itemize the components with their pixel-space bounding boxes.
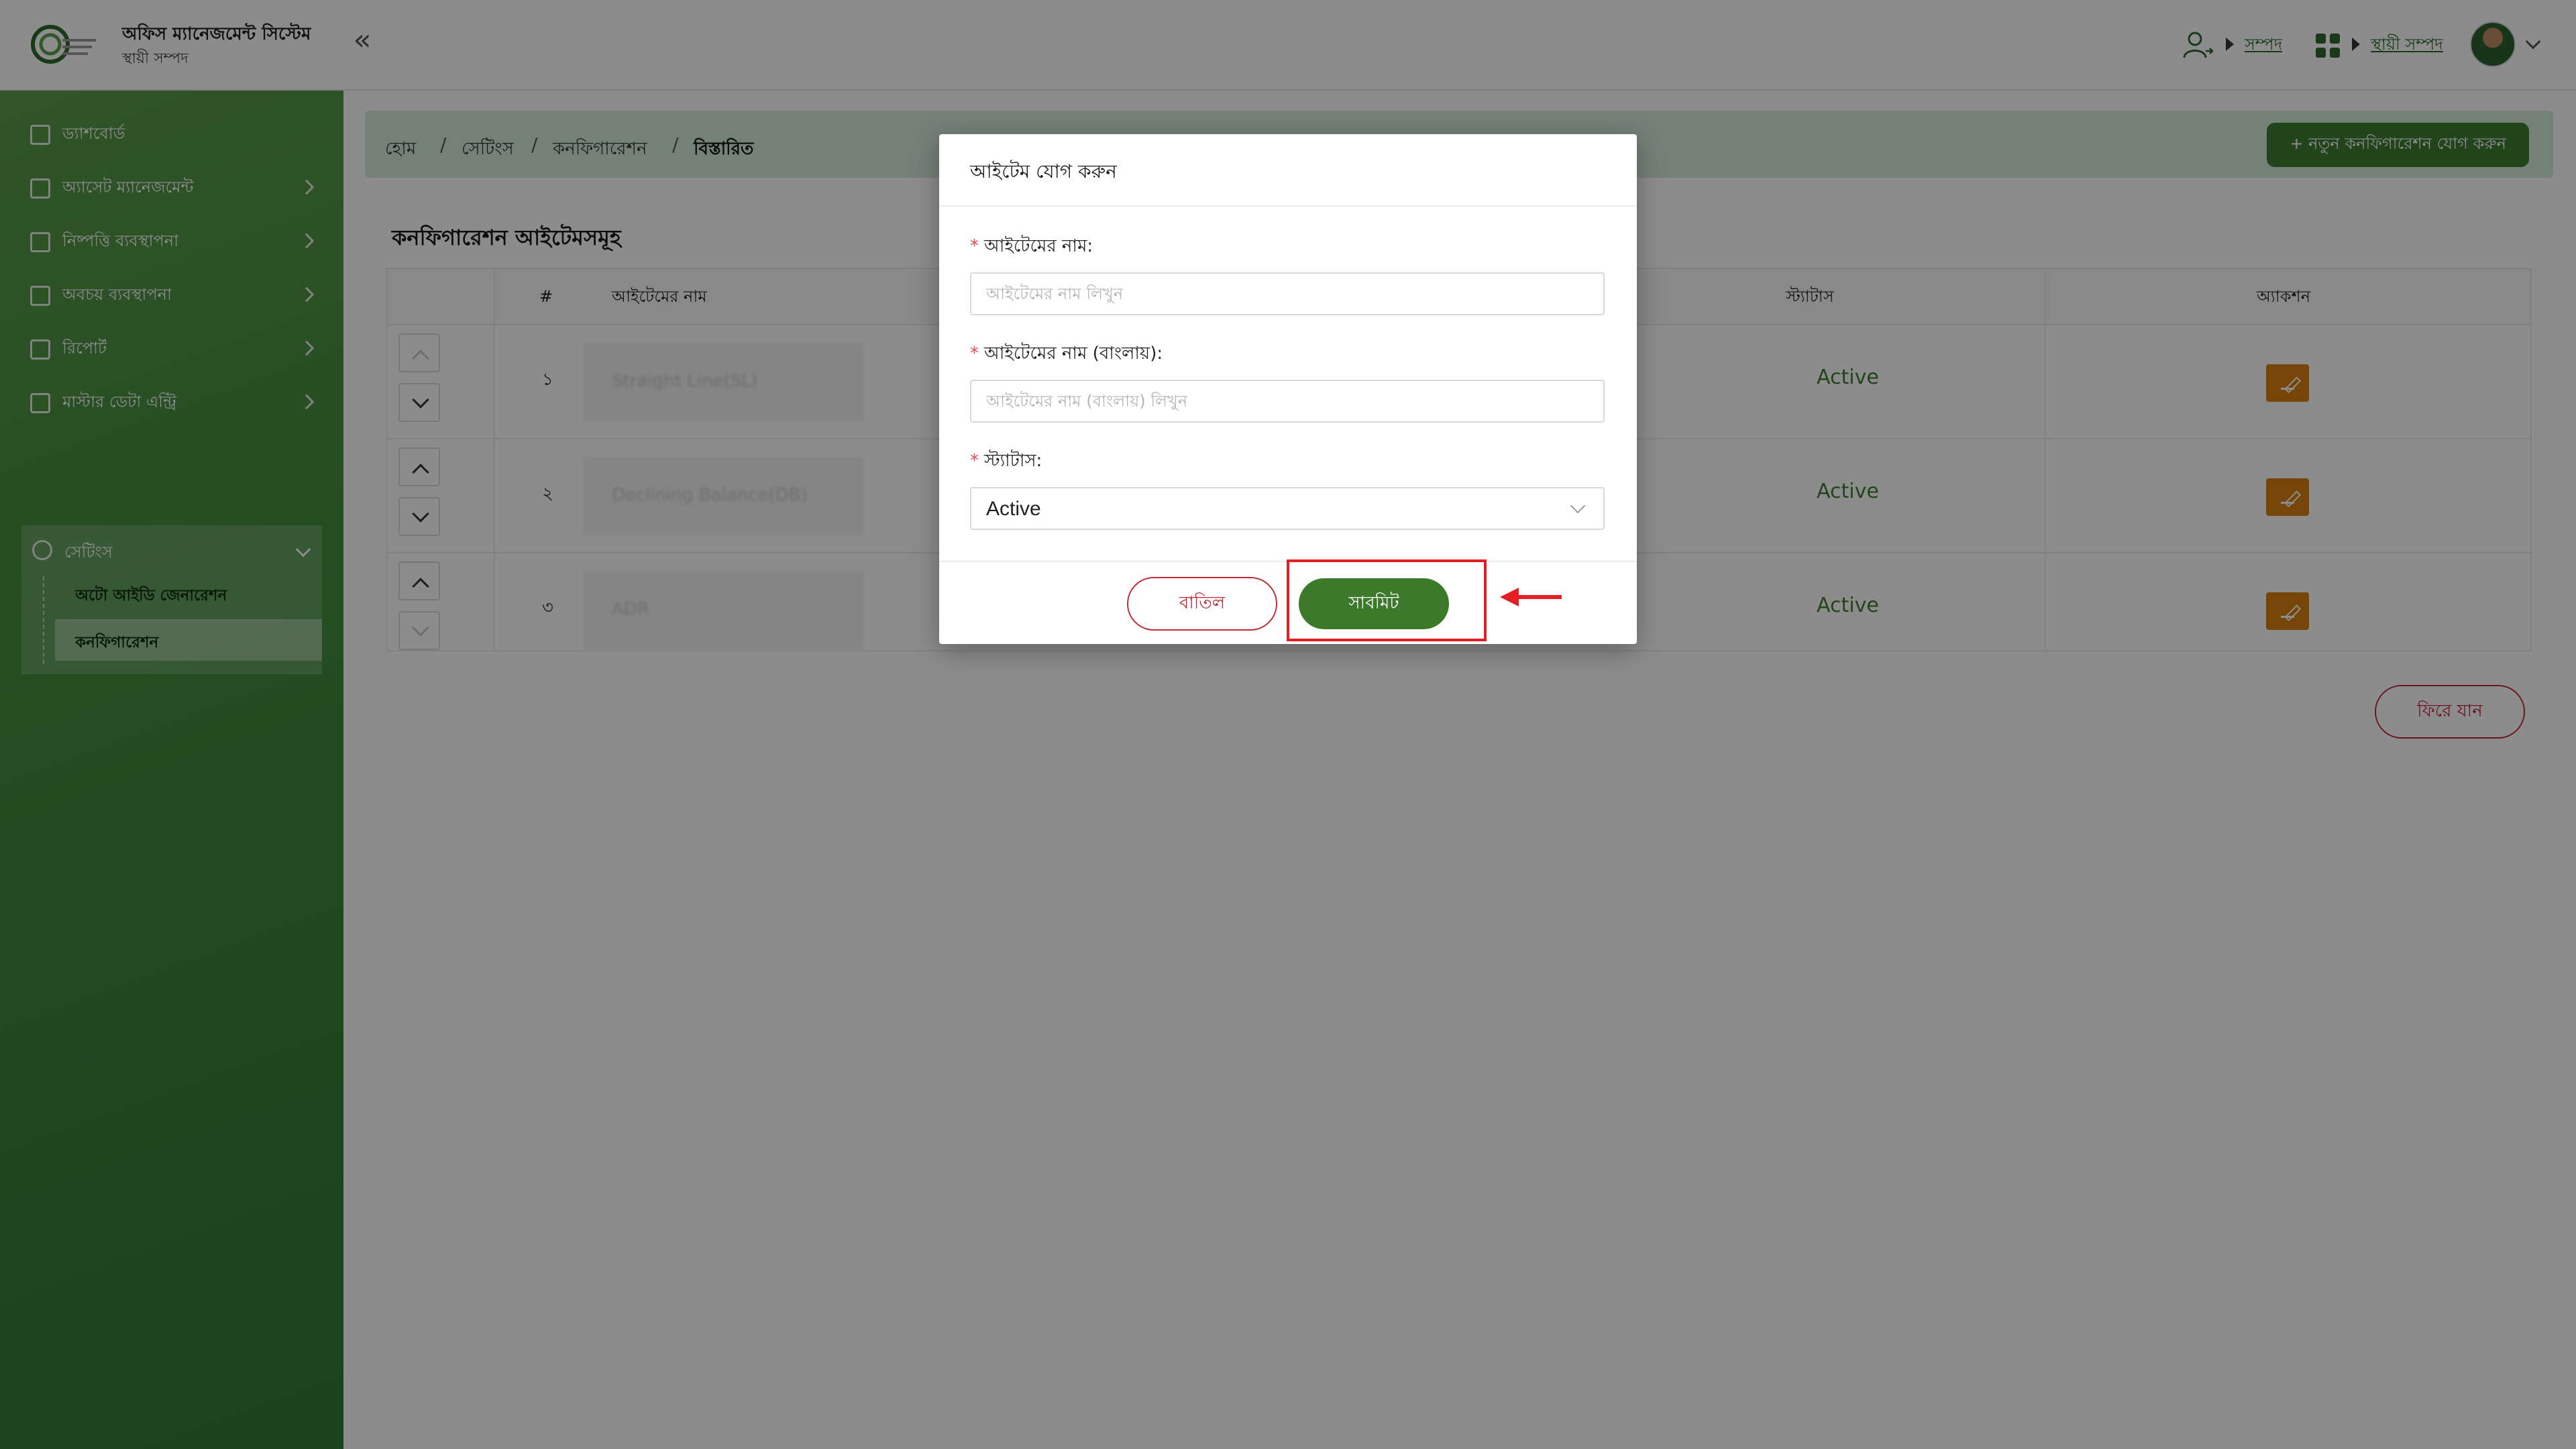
- status-label-text: স্ট্যাটাস:: [984, 451, 1042, 471]
- modal-title: আইটেম যোগ করুন: [970, 160, 1117, 182]
- item-name-label: * আইটেমের নাম:: [970, 232, 1093, 262]
- required-mark: *: [970, 236, 979, 256]
- required-mark: *: [970, 451, 979, 471]
- item-name-input[interactable]: [970, 272, 1605, 315]
- red-arrow-left-icon: [1500, 588, 1562, 606]
- item-name-bn-label-text: আইটেমের নাম (বাংলায়):: [984, 343, 1163, 364]
- status-label: * স্ট্যাটাস:: [970, 447, 1042, 476]
- required-mark: *: [970, 343, 979, 364]
- modal-divider: [939, 205, 1637, 207]
- cancel-button[interactable]: বাতিল: [1127, 577, 1277, 631]
- item-name-bn-label: * আইটেমের নাম (বাংলায়):: [970, 339, 1163, 369]
- annotation-highlight-box: [1287, 559, 1487, 641]
- status-select[interactable]: Active: [970, 487, 1605, 530]
- status-select-value: Active: [986, 498, 1041, 520]
- item-name-bn-input[interactable]: [970, 380, 1605, 423]
- item-name-label-text: আইটেমের নাম:: [984, 236, 1093, 256]
- chevron-down-icon: [1570, 498, 1586, 514]
